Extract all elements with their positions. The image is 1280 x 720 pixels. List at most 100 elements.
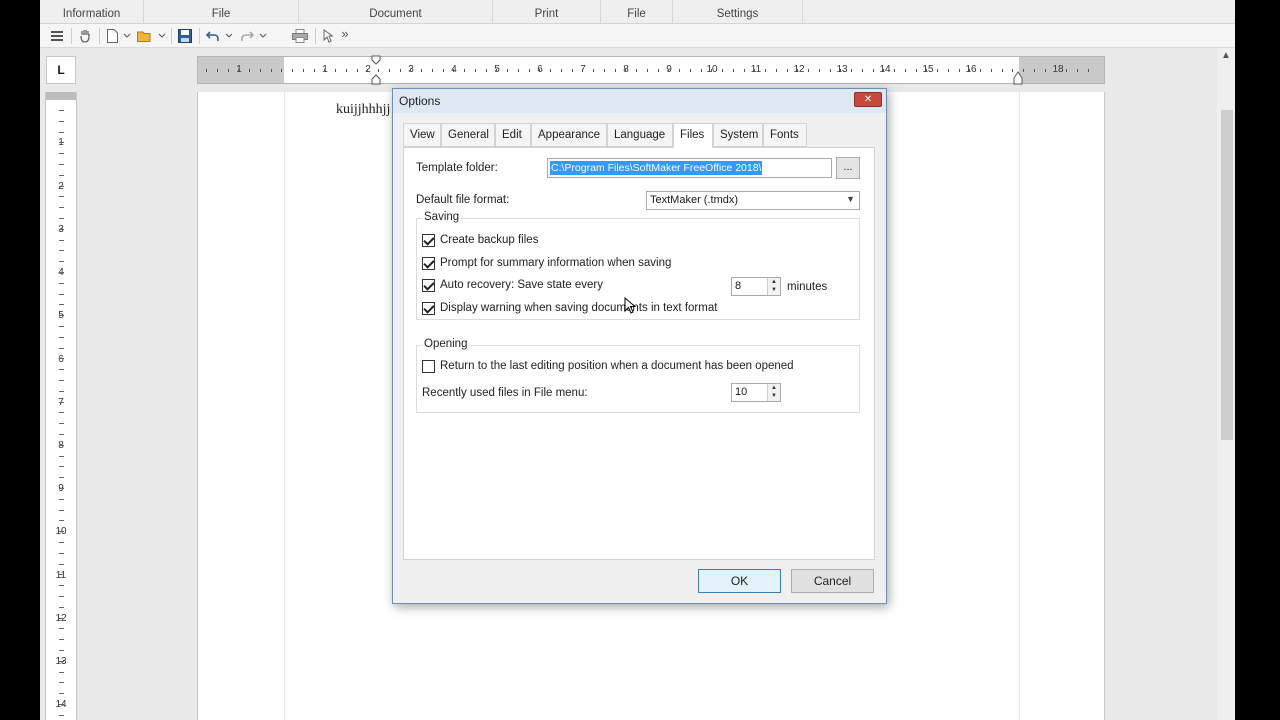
document-text[interactable]: kuijjhhhjj — [336, 102, 390, 118]
save-icon[interactable] — [176, 27, 194, 45]
indent-marker-icon[interactable] — [371, 55, 381, 85]
recent-files-stepper[interactable]: 10 ▲ ▼ — [731, 383, 781, 402]
ruler-tick — [271, 69, 272, 72]
ruler-tick — [59, 639, 64, 640]
tab-appearance[interactable]: Appearance — [531, 123, 607, 147]
ruler-tick — [59, 672, 64, 673]
ruler-tick — [926, 69, 927, 72]
pointer-icon[interactable] — [320, 27, 336, 45]
template-folder-input[interactable]: C:\Program Files\SoftMaker FreeOffice 20… — [547, 158, 832, 178]
new-document-icon[interactable] — [104, 27, 120, 45]
print-icon[interactable] — [291, 27, 309, 45]
ruler-tick — [475, 69, 476, 72]
default-format-select[interactable]: TextMaker (.tmdx) ▼ — [646, 191, 860, 210]
ruler-tick — [1023, 69, 1024, 72]
ruler-tick — [937, 69, 938, 72]
cancel-button[interactable]: Cancel — [791, 569, 874, 593]
open-folder-icon[interactable] — [136, 27, 154, 45]
return-last-position-option[interactable]: Return to the last editing position when… — [422, 358, 794, 374]
display-warning-option[interactable]: Display warning when saving documents in… — [422, 300, 717, 316]
undo-icon[interactable] — [204, 27, 222, 45]
tab-general[interactable]: General — [441, 123, 495, 147]
scrollbar-thumb[interactable] — [1221, 110, 1233, 440]
tab-fonts[interactable]: Fonts — [763, 123, 807, 147]
tab-stop-selector[interactable]: L — [46, 56, 76, 84]
auto-recovery-checkbox[interactable] — [422, 278, 435, 292]
tab-settings[interactable]: Settings — [673, 0, 803, 24]
tab-print[interactable]: Print — [493, 0, 601, 24]
ruler-tick — [400, 69, 401, 72]
ruler-tick — [873, 69, 874, 72]
opening-group-title: Opening — [422, 338, 470, 350]
ruler-number: 15 — [922, 64, 934, 75]
ruler-tick — [59, 661, 64, 662]
ruler-tick — [679, 69, 680, 72]
ruler-tick — [59, 358, 64, 359]
return-last-position-checkbox[interactable] — [422, 359, 435, 373]
tab-document[interactable]: Document — [299, 0, 493, 24]
close-button[interactable]: ✕ — [854, 92, 882, 107]
ruler-tick — [59, 142, 64, 143]
vertical-ruler[interactable]: 1 2 3 4 5 6 7 8 9 10 11 12 13 14 — [45, 92, 77, 720]
chevron-down-icon[interactable] — [122, 27, 132, 45]
display-warning-checkbox[interactable] — [422, 301, 435, 315]
vertical-scrollbar[interactable]: ▲ — [1217, 48, 1235, 720]
tab-file-manager[interactable]: File manage... — [601, 0, 673, 48]
ruler-tick — [59, 585, 64, 586]
browse-button[interactable]: ... — [836, 157, 860, 179]
chevron-down-icon[interactable] — [224, 27, 234, 45]
ruler-tick — [690, 69, 691, 72]
ruler-tick — [894, 69, 895, 72]
hand-icon[interactable] — [76, 27, 94, 45]
auto-recovery-stepper[interactable]: 8 ▲ ▼ — [731, 277, 781, 296]
tab-edit[interactable]: Edit — [495, 123, 531, 147]
scroll-up-icon[interactable]: ▲ — [1217, 48, 1235, 64]
tab-view[interactable]: View — [403, 123, 441, 147]
ruler-tick — [59, 477, 64, 478]
create-backup-checkbox[interactable] — [422, 233, 435, 247]
ruler-tick — [357, 69, 358, 72]
ruler-tick — [59, 229, 64, 230]
ruler-tick — [830, 69, 831, 72]
prompt-summary-checkbox[interactable] — [422, 256, 435, 270]
ruler-number: 16 — [965, 64, 977, 75]
ruler-tick — [59, 186, 64, 187]
ok-button[interactable]: OK — [698, 569, 781, 593]
ruler-tick — [59, 445, 64, 446]
stepper-arrows-icon[interactable]: ▲ ▼ — [767, 278, 780, 295]
ruler-tick — [389, 69, 390, 72]
ruler-tick — [432, 69, 433, 72]
ruler-tick — [59, 391, 64, 392]
tab-information[interactable]: Information — [40, 0, 144, 24]
toolbar-overflow[interactable]: » — [339, 24, 351, 42]
chevron-down-icon[interactable] — [258, 27, 268, 45]
tab-language[interactable]: Language — [607, 123, 673, 147]
tab-files[interactable]: Files — [673, 123, 713, 148]
ruler-tick — [464, 69, 465, 72]
prompt-summary-option[interactable]: Prompt for summary information when savi… — [422, 255, 671, 271]
ruler-tick — [711, 69, 712, 72]
chevron-down-icon[interactable] — [157, 27, 167, 45]
ruler-tick — [980, 69, 981, 72]
ruler-number: 14 — [879, 64, 891, 75]
ruler-tick — [797, 69, 798, 72]
auto-recovery-option[interactable]: Auto recovery: Save state every — [422, 277, 603, 293]
ruler-tick — [59, 369, 64, 370]
horizontal-ruler[interactable]: 1 1 2 3 4 5 6 7 8 9 10 11 12 13 14 15 16… — [197, 55, 1105, 85]
ruler-tick — [59, 110, 64, 111]
ruler-tick — [733, 69, 734, 72]
tab-system[interactable]: System — [713, 123, 763, 147]
redo-icon[interactable] — [238, 27, 256, 45]
ruler-tick — [59, 412, 64, 413]
ruler-tick — [59, 434, 64, 435]
create-backup-option[interactable]: Create backup files — [422, 232, 538, 248]
dialog-title-bar[interactable]: Options ✕ — [393, 89, 886, 113]
tab-file[interactable]: File — [144, 0, 299, 24]
ruler-tick — [59, 596, 64, 597]
ruler-tick — [59, 207, 64, 208]
ruler-tick — [851, 69, 852, 72]
right-indent-marker-icon[interactable] — [1013, 69, 1023, 85]
minutes-label: minutes — [787, 281, 828, 293]
menu-icon[interactable] — [48, 27, 66, 45]
stepper-arrows-icon[interactable]: ▲ ▼ — [767, 384, 780, 401]
